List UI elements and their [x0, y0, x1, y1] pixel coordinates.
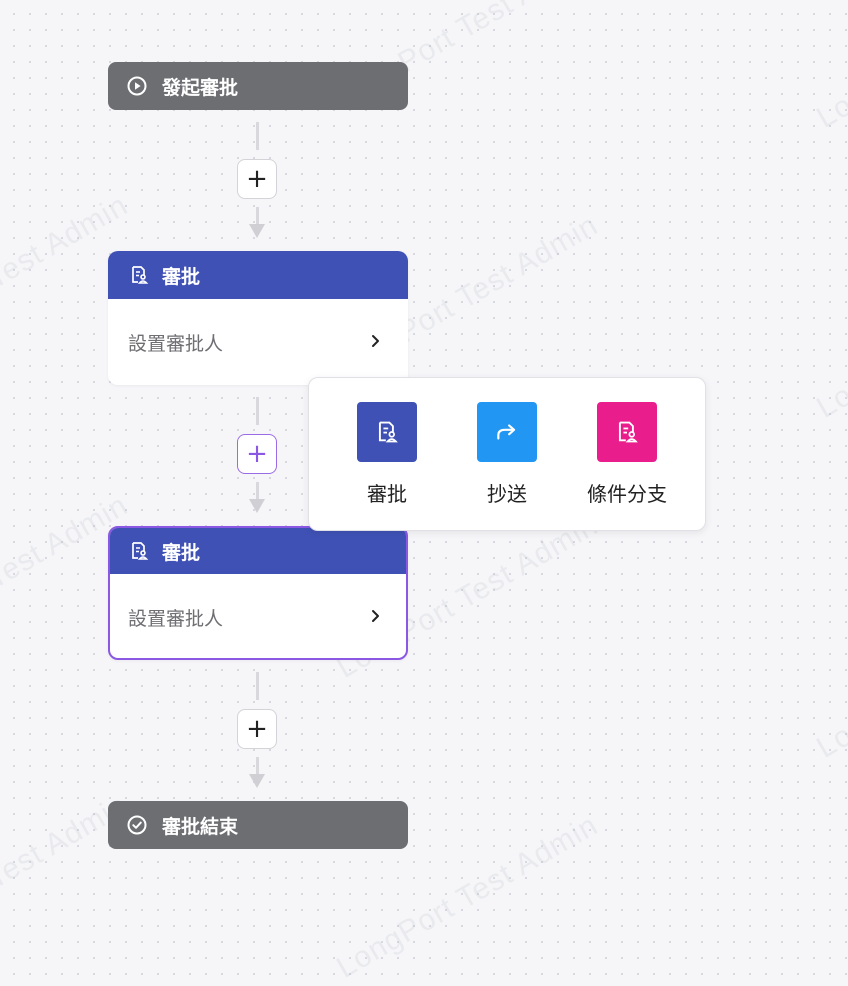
- approval-node-selected[interactable]: 審批 設置審批人: [108, 526, 408, 660]
- check-circle-icon: [126, 814, 148, 836]
- watermark: LongPort Test Admin: [811, 248, 848, 425]
- approval-doc-icon: [374, 419, 400, 445]
- popover-option-approval[interactable]: 審批: [327, 402, 447, 507]
- connector-line: [256, 207, 259, 225]
- start-node-label: 發起審批: [162, 76, 239, 99]
- add-node-button[interactable]: +: [237, 159, 277, 199]
- watermark: LongPort Test Admin: [811, 588, 848, 765]
- connector-line: [256, 482, 259, 500]
- set-approver-label: 設置審批人: [128, 607, 224, 630]
- connector-line: [256, 757, 259, 775]
- connector-line: [256, 397, 259, 425]
- connector-line: [256, 672, 259, 700]
- condition-option-label: 條件分支: [587, 482, 667, 506]
- approval-doc-icon: [128, 540, 150, 562]
- approval-option-tile[interactable]: [357, 402, 417, 462]
- start-node[interactable]: 發起審批: [108, 62, 408, 110]
- chevron-right-icon: [370, 606, 382, 628]
- end-node-label: 審批結束: [162, 815, 239, 838]
- connector-arrow: [249, 499, 265, 513]
- end-node[interactable]: 審批結束: [108, 801, 408, 849]
- condition-option-tile[interactable]: [597, 402, 657, 462]
- popover-option-condition[interactable]: 條件分支: [567, 402, 687, 507]
- approval-option-label: 審批: [367, 482, 407, 506]
- approval-doc-icon: [128, 264, 150, 286]
- watermark: LongPort Test Admin: [811, 0, 848, 135]
- chevron-right-icon: [370, 331, 382, 353]
- add-node-button-active[interactable]: +: [237, 434, 277, 474]
- connector-arrow: [249, 224, 265, 238]
- condition-branch-icon: [614, 419, 640, 445]
- set-approver-row[interactable]: 設置審批人: [108, 299, 408, 385]
- popover-option-cc[interactable]: 抄送: [447, 402, 567, 507]
- approval-node-title: 審批: [162, 541, 201, 564]
- add-node-popover: 審批 抄送 條件分支: [308, 377, 706, 531]
- approval-node-header: 審批: [110, 528, 406, 574]
- play-circle-icon: [126, 75, 148, 97]
- approval-node-title: 審批: [162, 265, 201, 288]
- forward-arrow-icon: [494, 419, 520, 445]
- cc-option-label: 抄送: [487, 482, 527, 506]
- set-approver-row[interactable]: 設置審批人: [110, 574, 406, 658]
- cc-option-tile[interactable]: [477, 402, 537, 462]
- set-approver-label: 設置審批人: [128, 332, 224, 355]
- approval-node-header: 審批: [108, 251, 408, 299]
- connector-line: [256, 122, 259, 150]
- approval-node[interactable]: 審批 設置審批人: [108, 251, 408, 385]
- add-node-button[interactable]: +: [237, 709, 277, 749]
- connector-arrow: [249, 774, 265, 788]
